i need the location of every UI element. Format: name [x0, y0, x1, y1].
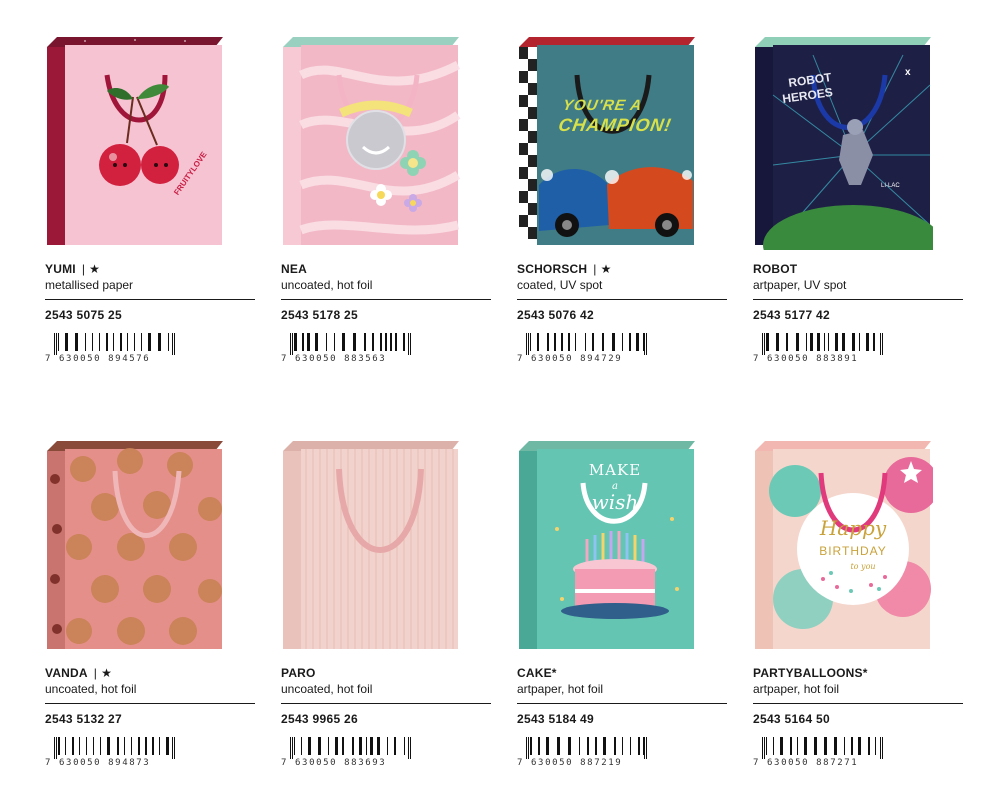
divider: [281, 703, 491, 704]
product-name: PARTYBALLOONS*: [753, 666, 868, 680]
star-icon: ★: [89, 262, 101, 276]
product-name: CAKE*: [517, 666, 557, 680]
barcode-bars: [54, 333, 175, 355]
barcode-bars: [526, 737, 647, 759]
barcode: 7 630050 894729: [517, 333, 653, 364]
svg-text:BIRTHDAY: BIRTHDAY: [819, 544, 887, 558]
product-material: metallised paper: [45, 278, 134, 292]
separator: |: [81, 262, 86, 276]
barcode-bars: [290, 333, 411, 355]
ean-number: 7 630050 887219: [517, 758, 623, 768]
article-number: 2543 5132 27: [45, 712, 123, 726]
gift-bag-image: [45, 439, 225, 654]
barcode-bars: [762, 737, 883, 759]
star-icon: ★: [600, 262, 612, 276]
product-name-line: PARO: [281, 665, 491, 681]
barcode-bars: [290, 737, 411, 759]
product-name-line: ROBOT: [753, 261, 963, 277]
ean-number: 7 630050 887271: [753, 758, 859, 768]
product-card-cake[interactable]: MAKE a wish CAKE* artpaper, hot foil 254…: [517, 439, 727, 809]
barcode: 7 630050 887271: [753, 737, 889, 768]
product-card-nea[interactable]: NEA uncoated, hot foil 2543 5178 25 7 63…: [281, 35, 491, 405]
barcode: 7 630050 894576: [45, 333, 181, 364]
product-material: coated, UV spot: [517, 278, 603, 292]
product-material: artpaper, hot foil: [517, 682, 604, 696]
barcode-bars: [526, 333, 647, 355]
article-number: 2543 5076 42: [517, 308, 595, 322]
product-name-line: NEA: [281, 261, 491, 277]
divider: [753, 703, 963, 704]
svg-text:x: x: [905, 67, 911, 78]
svg-text:YOU'RE A: YOU'RE A: [561, 97, 643, 114]
barcode: 7 630050 883891: [753, 333, 889, 364]
ean-number: 7 630050 894873: [45, 758, 151, 768]
divider: [281, 299, 491, 300]
svg-text:wish: wish: [592, 490, 639, 514]
product-card-robot[interactable]: ROBOT HEROES x LI-LAC ROBOT artpaper, UV…: [753, 35, 963, 405]
product-name: VANDA: [45, 666, 88, 680]
article-number: 2543 9965 26: [281, 712, 359, 726]
product-card-yumi[interactable]: FRUITYLOVE YUMI | ★ metallised paper 2543 …: [45, 35, 255, 405]
ean-number: 7 630050 883891: [753, 354, 859, 364]
product-card-vanda[interactable]: VANDA | ★ uncoated, hot foil 2543 5132 27 …: [45, 439, 255, 809]
article-number: 2543 5164 50: [753, 712, 831, 726]
product-card-schorsch[interactable]: YOU'RE A CHAMPION! SCHORSCH | ★ coated, UV…: [517, 35, 727, 405]
svg-text:MAKE: MAKE: [589, 461, 641, 479]
gift-bag-image: YOU'RE A CHAMPION!: [517, 35, 697, 250]
product-name-line: VANDA | ★: [45, 665, 255, 681]
product-name-line: CAKE*: [517, 665, 727, 681]
divider: [517, 703, 727, 704]
gift-bag-image: [281, 439, 461, 654]
ean-number: 7 630050 894729: [517, 354, 623, 364]
barcode: 7 630050 883563: [281, 333, 417, 364]
ean-number: 7 630050 883693: [281, 758, 387, 768]
product-name: ROBOT: [753, 262, 798, 276]
gift-bag-image: Happy BIRTHDAY to you: [753, 439, 933, 654]
article-number: 2543 5178 25: [281, 308, 359, 322]
svg-text:to you: to you: [850, 562, 875, 571]
divider: [45, 703, 255, 704]
product-card-partyballoons[interactable]: Happy BIRTHDAY to you PARTYBALLOONS* art…: [753, 439, 963, 809]
divider: [517, 299, 727, 300]
article-number: 2543 5177 42: [753, 308, 831, 322]
product-name: PARO: [281, 666, 316, 680]
gift-bag-image: [281, 35, 461, 250]
product-material: uncoated, hot foil: [281, 278, 373, 292]
barcode: 7 630050 887219: [517, 737, 653, 768]
ean-number: 7 630050 894576: [45, 354, 151, 364]
article-number: 2543 5075 25: [45, 308, 123, 322]
barcode-bars: [762, 333, 883, 355]
svg-text:LI-LAC: LI-LAC: [881, 183, 900, 189]
article-number: 2543 5184 49: [517, 712, 595, 726]
product-name: NEA: [281, 262, 307, 276]
svg-text:Happy: Happy: [819, 516, 887, 540]
product-name: YUMI: [45, 262, 76, 276]
barcode: 7 630050 894873: [45, 737, 181, 768]
svg-text:CHAMPION!: CHAMPION!: [557, 115, 673, 135]
separator: |: [593, 262, 597, 276]
gift-bag-image: MAKE a wish: [517, 439, 697, 654]
divider: [45, 299, 255, 300]
product-card-paro[interactable]: PARO uncoated, hot foil 2543 9965 26 7 6…: [281, 439, 491, 809]
product-material: artpaper, hot foil: [753, 682, 840, 696]
product-name-line: SCHORSCH | ★: [517, 261, 727, 277]
separator: |: [93, 666, 98, 680]
product-material: uncoated, hot foil: [45, 682, 137, 696]
gift-bag-image: ROBOT HEROES x LI-LAC: [753, 35, 933, 250]
product-material: uncoated, hot foil: [281, 682, 373, 696]
barcode: 7 630050 883693: [281, 737, 417, 768]
star-icon: ★: [101, 666, 113, 680]
barcode-bars: [54, 737, 175, 759]
ean-number: 7 630050 883563: [281, 354, 387, 364]
gift-bag-image: FRUITYLOVE: [45, 35, 225, 250]
product-name-line: PARTYBALLOONS*: [753, 665, 963, 681]
divider: [753, 299, 963, 300]
product-material: artpaper, UV spot: [753, 278, 847, 292]
product-name: SCHORSCH: [517, 262, 588, 276]
product-name-line: YUMI | ★: [45, 261, 255, 277]
